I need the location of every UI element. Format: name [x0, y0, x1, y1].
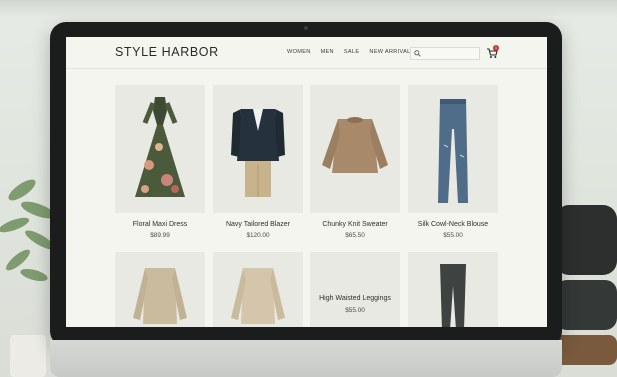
nav-new-arrivals[interactable]: NEW ARRIVALS — [369, 49, 414, 55]
nav-sale[interactable]: SALE — [344, 49, 360, 55]
product-image-blazer[interactable] — [213, 85, 303, 213]
product-image-leggings[interactable] — [408, 252, 498, 327]
search-icon — [414, 50, 421, 57]
monitor-chin — [50, 340, 562, 377]
nav-women[interactable]: WOMEN — [287, 49, 311, 55]
product-price: $65.50 — [345, 232, 365, 239]
site-header: STYLE HARBOR WOMEN MEN SALE NEW ARRIVALS… — [66, 37, 547, 69]
store-logo[interactable]: STYLE HARBOR — [115, 45, 219, 59]
search-box[interactable] — [410, 47, 480, 60]
product-name[interactable]: Navy Tailored Blazer — [203, 221, 313, 228]
product-card-leggings[interactable] — [310, 252, 400, 327]
product-image-blouse-1[interactable] — [115, 252, 205, 327]
product-image-jeans[interactable] — [408, 85, 498, 213]
product-name[interactable]: Silk Cowl-Neck Blouse — [398, 221, 508, 228]
product-price: $120.00 — [246, 232, 270, 239]
product-price: $55.00 — [443, 232, 463, 239]
camera-dot — [304, 26, 308, 30]
room-backdrop — [0, 0, 617, 18]
search-input[interactable] — [423, 49, 479, 58]
nav-men[interactable]: MEN — [321, 49, 334, 55]
main-nav: WOMEN MEN SALE NEW ARRIVALS — [287, 49, 415, 55]
product-name[interactable]: Chunky Knit Sweater — [300, 221, 410, 228]
product-name[interactable]: High Waisted Leggings — [310, 295, 400, 302]
product-price: $55.00 — [345, 307, 365, 314]
browser-screen: STYLE HARBOR WOMEN MEN SALE NEW ARRIVALS… — [66, 37, 547, 327]
cart-count-badge: 1 — [493, 45, 499, 51]
product-image-blouse-2[interactable] — [213, 252, 303, 327]
product-name[interactable]: Floral Maxi Dress — [105, 221, 215, 228]
product-image-sweater[interactable] — [310, 85, 400, 213]
product-image-dress[interactable] — [115, 85, 205, 213]
product-price: $89.99 — [150, 232, 170, 239]
